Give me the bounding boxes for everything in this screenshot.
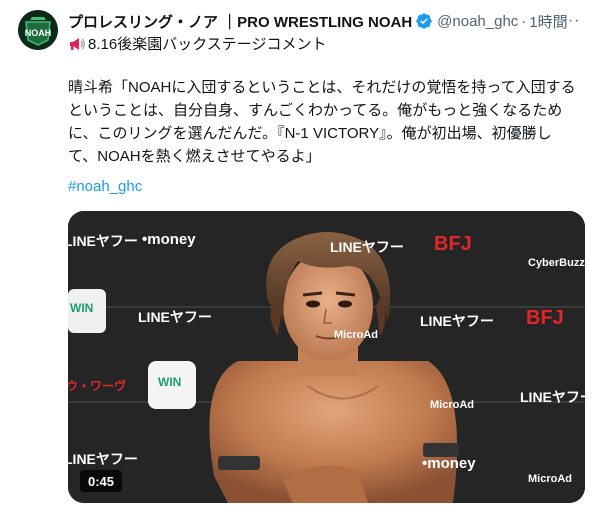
handle[interactable]: @noah_ghc [437, 13, 518, 30]
noah-logo-icon: NOAH [18, 10, 58, 50]
tweet: NOAH プロレスリング・ノア ｜PRO WRESTLING NOAH @noa… [0, 0, 601, 515]
hashtag-link[interactable]: #noah_ghc [68, 178, 142, 195]
intro-line: 8.16後楽園バックステージコメント [68, 33, 326, 54]
sponsor-logo: LINEヤフー [138, 309, 212, 325]
sponsor-logo: LINEヤフー [420, 313, 494, 329]
tweet-body: 晴斗希「NOAHに入団するということは、それだけの覚悟を持って入団する というこ… [68, 79, 576, 165]
video-duration: 0:45 [80, 470, 123, 492]
verified-badge-icon [416, 13, 432, 29]
sponsor-logo: LINEヤフー [520, 389, 585, 405]
video-frame [68, 211, 585, 503]
svg-text:NOAH: NOAH [25, 28, 52, 38]
sponsor-logo: LINEヤフー [330, 239, 404, 255]
sponsor-logo: ウ・ワーヴ [68, 379, 127, 393]
avatar[interactable]: NOAH [18, 10, 58, 50]
sponsor-logo: WIN [158, 375, 182, 389]
sponsor-logo: •money [142, 231, 196, 248]
display-name[interactable]: プロレスリング・ノア ｜PRO WRESTLING NOAH [68, 11, 412, 32]
intro-text: 8.16後楽園バックステージコメント [88, 36, 327, 53]
sponsor-logo: WIN [70, 301, 94, 315]
separator-dot: · [521, 12, 527, 30]
sponsor-logo: MicroAd [528, 473, 572, 485]
megaphone-icon [70, 37, 85, 50]
tweet-header: プロレスリング・ノア ｜PRO WRESTLING NOAH @noah_ghc… [68, 10, 589, 32]
sponsor-logo: MicroAd [430, 399, 474, 411]
sponsor-logo: LINEヤフー [68, 233, 138, 249]
sponsor-logo: BFJ [434, 233, 472, 255]
sponsor-logo: •money [422, 455, 476, 472]
video-player[interactable]: LINEヤフー •money LINEヤフー BFJ CyberBuzz WIN… [68, 211, 585, 503]
sponsor-logo: MicroAd [334, 329, 378, 341]
sponsor-logo: CyberBuzz [528, 257, 585, 269]
more-icon[interactable]: ··· [559, 10, 583, 32]
sponsor-logo: BFJ [526, 307, 564, 329]
sponsor-logo: LINEヤフー [68, 451, 138, 467]
